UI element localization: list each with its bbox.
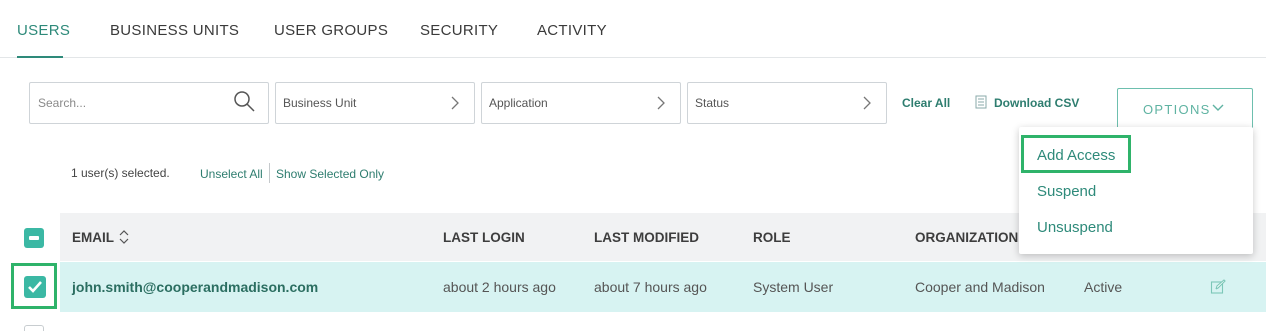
chevron-down-icon [1212,104,1224,111]
tab-bar: USERS BUSINESS UNITS USER GROUPS SECURIT… [0,0,1266,58]
options-label: OPTIONS [1143,102,1211,117]
document-icon [975,95,987,109]
clear-all-link[interactable]: Clear All [902,96,950,110]
tab-users[interactable]: USERS [17,22,70,58]
tab-activity[interactable]: ACTIVITY [537,22,607,58]
chevron-right-icon [657,96,665,110]
unselect-all-link[interactable]: Unselect All [200,167,263,181]
chevron-right-icon [451,96,459,110]
column-organization: ORGANIZATION [915,230,1019,245]
chevron-right-icon [863,96,871,110]
menu-item-suspend[interactable]: Suspend [1037,183,1096,200]
row-role: System User [753,279,834,295]
application-filter[interactable]: Application [481,82,681,124]
options-button[interactable]: OPTIONS [1117,88,1253,129]
download-csv-link[interactable]: Download CSV [994,96,1079,110]
row-last-login: about 2 hours ago [443,279,556,295]
column-last-login: LAST LOGIN [443,230,525,245]
tab-security[interactable]: SECURITY [420,22,498,58]
column-role: ROLE [753,230,791,245]
row-checkbox[interactable] [24,325,44,331]
status-label: Status [695,96,730,110]
column-last-modified: LAST MODIFIED [594,230,699,245]
highlight-box [11,263,57,309]
business-unit-label: Business Unit [283,96,357,110]
selection-count: 1 user(s) selected. [71,166,170,180]
tab-user-groups[interactable]: USER GROUPS [274,22,388,58]
sort-icon[interactable] [118,229,130,245]
select-all-checkbox[interactable] [24,228,44,248]
highlight-box [1021,135,1131,173]
status-filter[interactable]: Status [687,82,887,124]
business-unit-filter[interactable]: Business Unit [275,82,475,124]
divider [269,163,270,183]
row-organization: Cooper and Madison [915,279,1045,295]
application-label: Application [489,96,548,110]
row-status: Active [1084,279,1123,295]
menu-item-unsuspend[interactable]: Unsuspend [1037,219,1113,236]
column-email[interactable]: EMAIL [72,230,114,245]
search-icon[interactable] [232,89,256,113]
row-last-modified: about 7 hours ago [594,279,707,295]
tab-business-units[interactable]: BUSINESS UNITS [110,22,239,58]
show-selected-only-link[interactable]: Show Selected Only [276,167,384,181]
edit-icon[interactable] [1210,279,1226,295]
row-email[interactable]: john.smith@cooperandmadison.com [72,279,318,295]
